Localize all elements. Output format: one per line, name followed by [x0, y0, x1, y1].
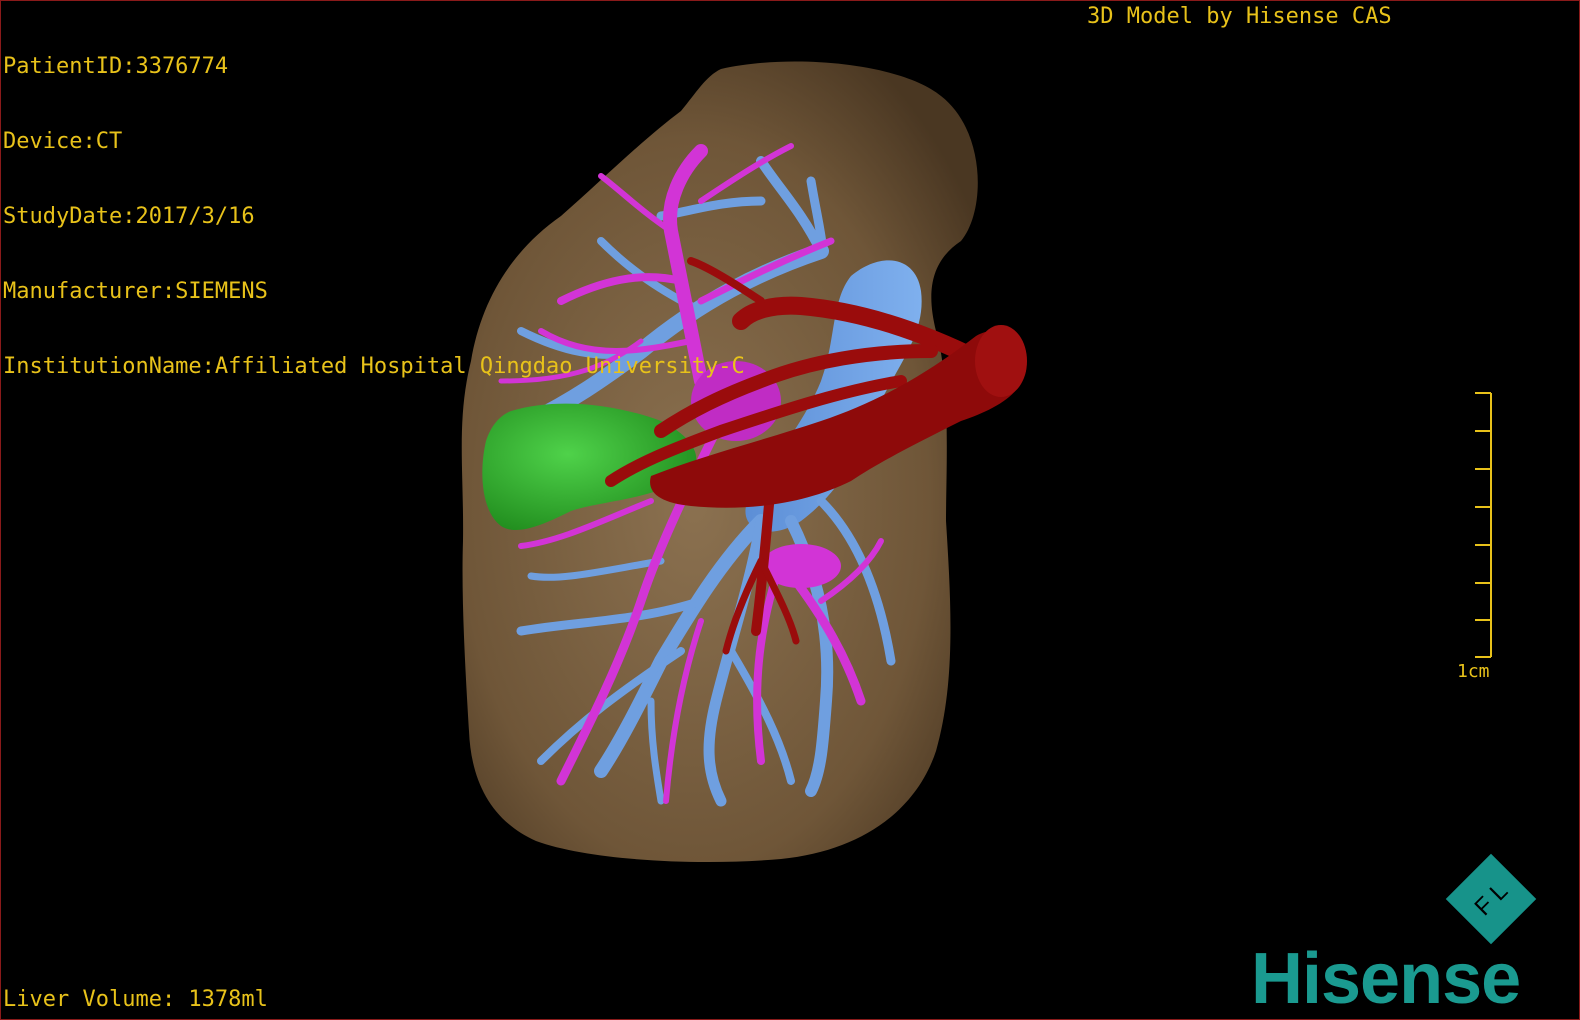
viewport-frame[interactable]: PatientID:3376774 Device:CT StudyDate:20…	[0, 0, 1580, 1020]
model-credit: 3D Model by Hisense CAS	[1087, 4, 1392, 29]
fl-badge-icon: F L	[1445, 853, 1537, 945]
institution-name: InstitutionName:Affiliated Hospital Qing…	[3, 354, 745, 379]
scale-bar	[1475, 392, 1492, 658]
study-info: PatientID:3376774 Device:CT StudyDate:20…	[3, 4, 745, 429]
liver-volume: Liver Volume: 1378ml	[3, 987, 268, 1012]
manufacturer: Manufacturer:SIEMENS	[3, 279, 268, 304]
hisense-logo: Hisense	[1251, 939, 1521, 1019]
study-date: StudyDate:2017/3/16	[3, 204, 255, 229]
scale-label: 1cm	[1457, 661, 1490, 682]
patient-id: PatientID:3376774	[3, 54, 229, 79]
aorta-end	[975, 325, 1027, 397]
device: Device:CT	[3, 129, 123, 154]
